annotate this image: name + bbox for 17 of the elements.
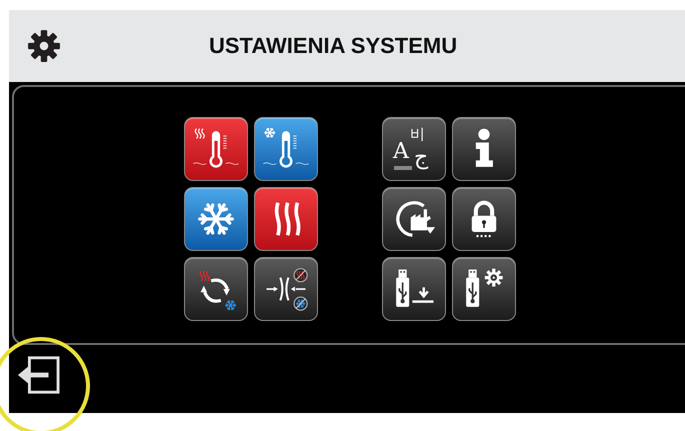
lock-button[interactable]: [452, 187, 516, 251]
settings-icon: [27, 29, 61, 63]
cooling-button[interactable]: [184, 187, 248, 251]
factory-reset-button[interactable]: [382, 187, 446, 251]
heating-temperature-button[interactable]: [184, 117, 248, 181]
usb-import-button[interactable]: [382, 257, 446, 321]
language-glyph: A: [393, 140, 409, 164]
underline-bar: [394, 166, 412, 170]
language-glyph: 비: [410, 125, 425, 144]
information-button[interactable]: [452, 117, 516, 181]
usb-settings-button[interactable]: [452, 257, 516, 321]
heating-button[interactable]: [254, 187, 318, 251]
auto-mode-button[interactable]: [184, 257, 248, 321]
screen-title: USTAWIENIA SYSTEMU: [209, 33, 458, 59]
cooling-temperature-button[interactable]: [254, 117, 318, 181]
language-glyph: ج: [414, 145, 428, 170]
deadband-button[interactable]: [254, 257, 318, 321]
